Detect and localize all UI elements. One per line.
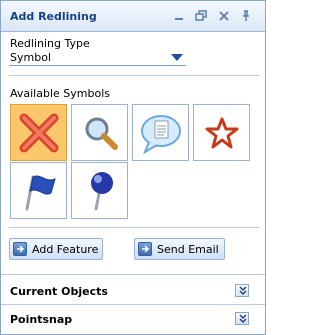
arrow-right-icon [13,242,27,256]
redlining-type-value: Symbol [10,51,51,64]
arrow-right-icon [138,242,152,256]
speech-bubble-document-icon [141,115,181,155]
star-icon [205,117,239,149]
symbol-tile-speech-bubble[interactable] [132,104,189,161]
close-icon[interactable] [217,9,231,23]
divider [9,75,259,76]
add-feature-label: Add Feature [32,243,99,256]
send-email-button[interactable]: Send Email [134,238,225,260]
current-objects-title: Current Objects [10,285,108,298]
pushpin-icon [91,172,113,211]
symbol-tile-pushpin[interactable] [71,162,128,219]
divider [1,274,265,275]
expand-pointsnap-button[interactable] [235,312,249,325]
symbol-tile-magnifier[interactable] [71,104,128,161]
chevron-down-icon[interactable] [171,54,183,61]
pin-icon[interactable] [239,9,253,23]
panel-title: Add Redlining [10,10,97,23]
title-bar: Add Redlining [1,1,265,32]
magnifier-icon [85,117,118,150]
expand-current-objects-button[interactable] [235,284,249,297]
symbol-tile-x[interactable] [10,104,67,161]
minimize-icon[interactable] [172,9,186,23]
send-email-label: Send Email [157,243,219,256]
pointsnap-title: Pointsnap [10,313,73,326]
add-feature-button[interactable]: Add Feature [9,238,103,260]
divider [1,304,265,305]
red-x-icon [19,113,59,153]
symbol-tile-star[interactable] [193,104,250,161]
redlining-type-select[interactable]: Symbol [9,51,186,66]
divider [9,227,259,228]
double-chevron-down-icon [239,286,247,295]
pointsnap-header[interactable]: Pointsnap [1,307,265,331]
double-chevron-down-icon [239,314,247,323]
symbol-tile-flag[interactable] [10,162,67,219]
restore-icon[interactable] [194,9,208,23]
redlining-type-label: Redlining Type [10,37,90,50]
available-symbols-label: Available Symbols [10,87,110,100]
add-redlining-panel: Add Redlining Redlining Type Symbol Avai… [0,0,266,335]
current-objects-header[interactable]: Current Objects [1,279,265,303]
flag-icon [25,175,56,211]
